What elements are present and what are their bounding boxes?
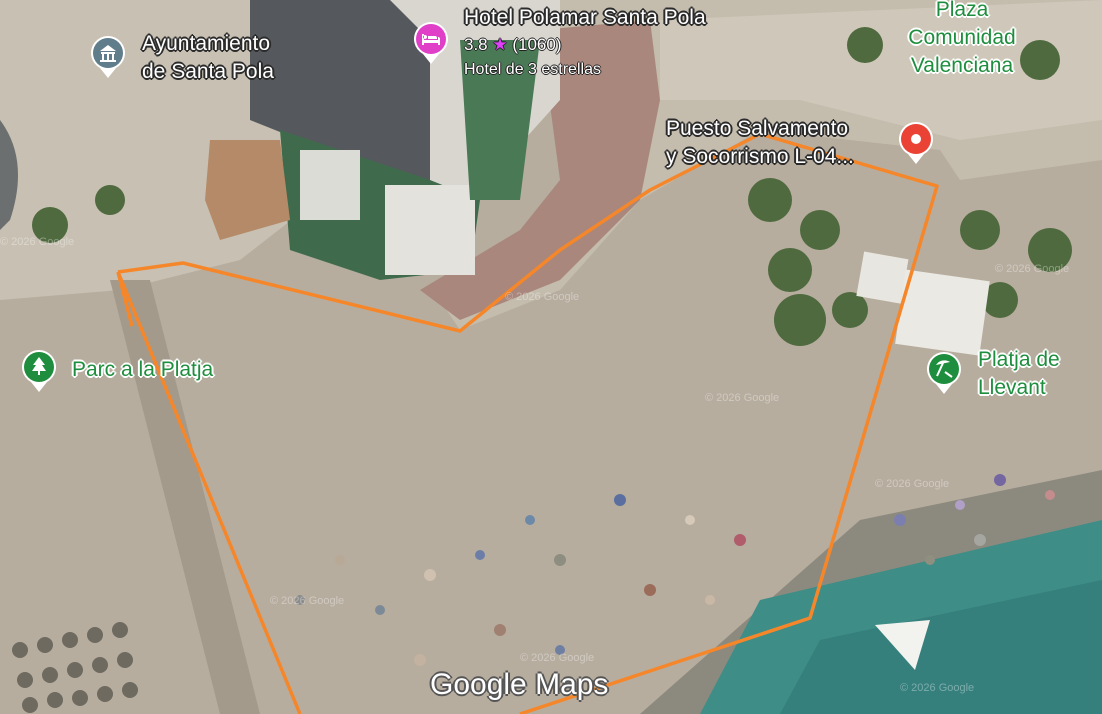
lifeguard-marker[interactable] (897, 120, 935, 166)
hotel-rating-row: 3.8 ★ (1060) (464, 34, 562, 56)
map-watermark: © 2026 Google (900, 682, 975, 694)
hotel-marker[interactable] (412, 20, 450, 66)
hotel-reviews: (1060) (512, 35, 562, 54)
tree-park-icon (22, 350, 56, 392)
beach-marker[interactable] (925, 350, 963, 396)
place-label-parc[interactable]: Parc a la Platja (72, 356, 213, 384)
town-hall-marker[interactable] (89, 34, 127, 80)
map-watermark: © 2026 Google (520, 652, 595, 664)
town-hall-icon (91, 36, 125, 78)
map-watermark: © 2026 Google (270, 595, 345, 607)
map-watermark: © 2026 Google (0, 236, 75, 248)
map-watermark: © 2026 Google (995, 263, 1070, 275)
map-watermark: © 2026 Google (505, 291, 580, 303)
place-label-platja[interactable]: Platja de Llevant (978, 346, 1060, 402)
red-location-pin-icon (899, 122, 933, 164)
map-canvas[interactable]: © 2026 Google © 2026 Google © 2026 Googl… (0, 0, 1102, 714)
map-watermark: © 2026 Google (875, 478, 950, 490)
hotel-rating: 3.8 (464, 35, 488, 54)
hotel-name[interactable]: Hotel Polamar Santa Pola (464, 4, 706, 32)
hotel-category: Hotel de 3 estrellas (464, 61, 601, 78)
place-label-puesto[interactable]: Puesto Salvamento y Socorrismo L-04... (666, 115, 854, 171)
google-maps-logo: Google Maps (430, 668, 609, 701)
place-label-plaza[interactable]: Plaza Comunidad Valenciana (898, 0, 1026, 80)
star-icon: ★ (492, 35, 508, 54)
hotel-bed-icon (414, 22, 448, 65)
map-watermark: © 2026 Google (705, 392, 780, 404)
park-marker[interactable] (20, 348, 58, 394)
beach-umbrella-icon (927, 352, 961, 394)
place-label-ayuntamiento[interactable]: Ayuntamiento de Santa Pola (142, 30, 274, 86)
